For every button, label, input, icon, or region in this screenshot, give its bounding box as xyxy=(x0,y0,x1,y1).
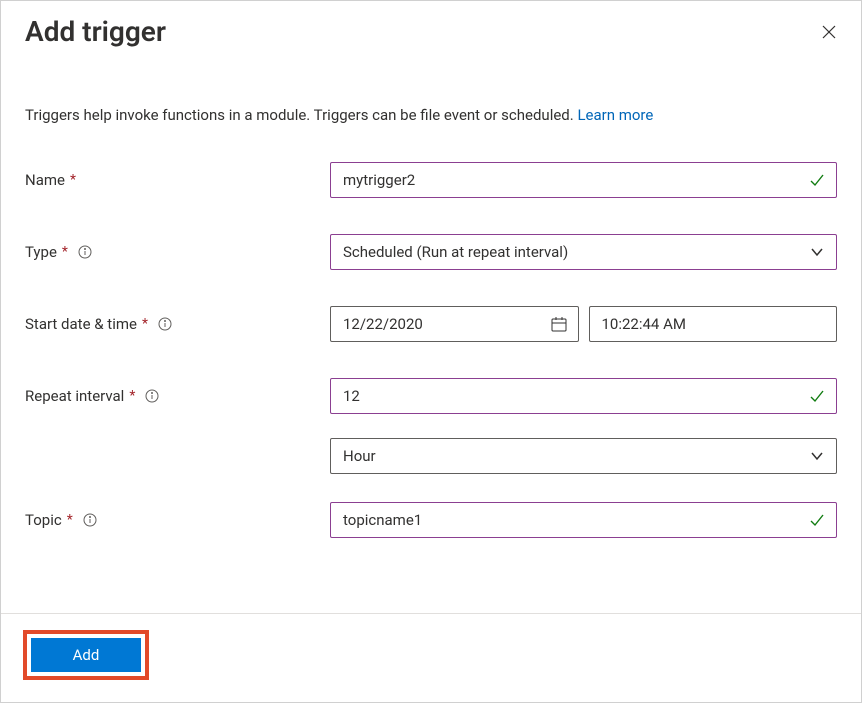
row-topic: Topic * xyxy=(25,502,837,538)
required-asterisk: * xyxy=(129,388,135,404)
required-asterisk: * xyxy=(70,172,76,188)
topic-input[interactable] xyxy=(331,503,836,537)
add-button[interactable]: Add xyxy=(31,638,141,672)
label-name-text: Name xyxy=(25,171,65,189)
start-date-input[interactable] xyxy=(331,307,578,341)
panel-header: Add trigger xyxy=(1,1,861,58)
info-icon[interactable] xyxy=(83,513,97,527)
required-asterisk: * xyxy=(67,512,73,528)
close-icon[interactable] xyxy=(821,24,837,40)
topic-input-wrap xyxy=(330,502,837,538)
type-select[interactable]: Scheduled (Run at repeat interval) xyxy=(330,234,837,270)
label-name: Name * xyxy=(25,162,330,198)
add-button-highlight: Add xyxy=(23,630,149,680)
repeat-interval-unit-value: Hour xyxy=(331,439,836,473)
form-body: Name * Type * xyxy=(1,124,861,574)
checkmark-icon xyxy=(808,511,826,529)
name-input-wrap xyxy=(330,162,837,198)
checkmark-icon xyxy=(808,171,826,189)
type-select-value: Scheduled (Run at repeat interval) xyxy=(331,235,836,269)
chevron-down-icon xyxy=(810,245,824,259)
label-repeat-interval: Repeat interval * xyxy=(25,378,330,414)
calendar-icon[interactable] xyxy=(550,315,568,333)
info-icon[interactable] xyxy=(158,317,172,331)
start-time-input[interactable] xyxy=(590,307,837,341)
row-name: Name * xyxy=(25,162,837,198)
description-body: Triggers help invoke functions in a modu… xyxy=(25,106,577,124)
checkmark-icon xyxy=(808,387,826,405)
name-input[interactable] xyxy=(331,163,836,197)
learn-more-link[interactable]: Learn more xyxy=(577,106,653,124)
label-start-date-time: Start date & time * xyxy=(25,306,330,342)
label-repeat-interval-text: Repeat interval xyxy=(25,387,124,405)
panel-footer: Add xyxy=(1,613,861,702)
repeat-interval-input-wrap xyxy=(330,378,837,414)
required-asterisk: * xyxy=(142,316,148,332)
start-date-input-wrap xyxy=(330,306,579,342)
chevron-down-icon xyxy=(810,449,824,463)
page-title: Add trigger xyxy=(25,15,166,48)
row-type: Type * Scheduled (Run at repeat interval… xyxy=(25,234,837,270)
repeat-interval-unit-select[interactable]: Hour xyxy=(330,438,837,474)
label-start-date-time-text: Start date & time xyxy=(25,315,137,333)
add-trigger-panel: Add trigger Triggers help invoke functio… xyxy=(0,0,862,703)
info-icon[interactable] xyxy=(145,389,159,403)
label-type: Type * xyxy=(25,234,330,270)
row-start-date-time: Start date & time * xyxy=(25,306,837,342)
repeat-interval-input[interactable] xyxy=(331,379,836,413)
row-repeat-interval: Repeat interval * Hour xyxy=(25,378,837,474)
description-text: Triggers help invoke functions in a modu… xyxy=(1,58,861,124)
label-type-text: Type xyxy=(25,243,57,261)
required-asterisk: * xyxy=(62,244,68,260)
label-topic-text: Topic xyxy=(25,511,62,529)
start-time-input-wrap xyxy=(589,306,838,342)
info-icon[interactable] xyxy=(78,245,92,259)
label-topic: Topic * xyxy=(25,502,330,538)
